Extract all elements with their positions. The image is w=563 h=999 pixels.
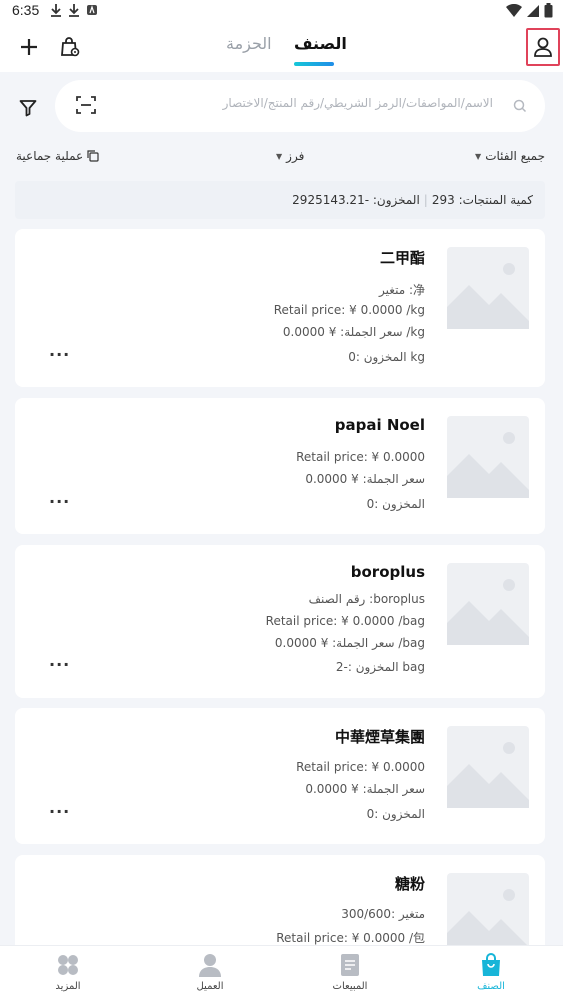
add-button[interactable] (14, 32, 44, 62)
nav-more-label: المزيد (55, 981, 81, 992)
summary-text: كمية المنتجات: 293|المخزون: -2925143.21 (292, 193, 533, 207)
bulk-operation-label: عملية جماعية (16, 149, 84, 163)
product-name: 中華煙草集團 (334, 728, 425, 746)
grid-icon (58, 955, 78, 975)
bulk-operation-button[interactable]: عملية جماعية (16, 149, 99, 163)
active-tab-indicator (294, 62, 334, 66)
product-wholesale-price: سعر الجملة: ¥ 0.0000 /bag (274, 636, 425, 650)
product-stock: المخزون :0 kg (348, 350, 425, 364)
all-categories-dropdown[interactable]: ▼ جميع الفئات (475, 149, 545, 163)
app-badge-icon (87, 5, 97, 15)
search-row: الاسم/المواصفات/الرمز الشريطي/رقم المنتج… (0, 72, 563, 140)
product-code: رقم الصنف :boroplus (308, 592, 425, 606)
download-icon (51, 4, 61, 17)
top-bar: الحزمة الصنف (0, 22, 563, 72)
chevron-down-icon: ▼ (276, 151, 283, 161)
product-name: 二甲酯 (379, 249, 425, 267)
download-icon (69, 4, 79, 17)
status-bar: 6:35 (0, 0, 563, 22)
product-stock: المخزون :0 (366, 497, 425, 511)
product-name: 糖粉 (394, 875, 425, 893)
all-categories-label: جميع الفئات (485, 149, 545, 163)
more-options-button[interactable]: ... (49, 341, 70, 360)
product-wholesale-price: سعر الجملة: ¥ 0.0000 (305, 782, 425, 796)
product-retail-price: Retail price: ¥ 0.0000 (296, 450, 425, 464)
product-wholesale-price: سعر الجملة: ¥ 0.0000 /kg (282, 325, 425, 339)
more-options-button[interactable]: ... (49, 488, 70, 507)
product-card[interactable]: 中華煙草集團 Retail price: ¥ 0.0000 سعر الجملة… (15, 708, 545, 844)
bag-settings-button[interactable] (55, 32, 85, 62)
product-stock: المخزون :0 (366, 807, 425, 821)
status-system-icons (506, 3, 553, 18)
stock-total: المخزون: -2925143.21 (292, 193, 420, 207)
product-retail-price: Retail price: ¥ 0.0000 /包 (276, 931, 425, 945)
user-icon (534, 37, 552, 57)
copy-icon (87, 150, 99, 162)
scan-icon (76, 96, 96, 114)
search-box[interactable]: الاسم/المواصفات/الرمز الشريطي/رقم المنتج… (55, 80, 545, 132)
profile-button[interactable] (526, 28, 560, 66)
product-image-placeholder (447, 563, 529, 645)
product-count: كمية المنتجات: 293 (431, 193, 533, 207)
product-card[interactable]: boroplus رقم الصنف :boroplus Retail pric… (15, 545, 545, 698)
shopping-bag-gear-icon (61, 37, 80, 57)
plus-icon (21, 39, 37, 55)
product-name: boroplus (350, 563, 425, 581)
document-icon (341, 954, 359, 976)
sort-dropdown[interactable]: ▼ فرز (276, 149, 304, 163)
product-image-placeholder (447, 873, 529, 955)
product-name: papai Noel (334, 416, 425, 434)
nav-customer[interactable]: العميل (170, 952, 250, 992)
list-toolbar: عملية جماعية ▼ فرز ▼ جميع الفئات (0, 142, 563, 172)
product-image-placeholder (447, 726, 529, 808)
product-card[interactable]: 二甲酯 متغير :净 Retail price: ¥ 0.0000 /kg … (15, 229, 545, 387)
status-notification-icons (50, 3, 98, 17)
nav-category[interactable]: الصنف (451, 952, 531, 992)
search-input[interactable]: الاسم/المواصفات/الرمز الشريطي/رقم المنتج… (223, 96, 493, 110)
more-options-button[interactable]: ... (49, 798, 70, 817)
product-image-placeholder (447, 247, 529, 329)
product-retail-price: Retail price: ¥ 0.0000 /bag (265, 614, 425, 628)
nav-category-label: الصنف (477, 981, 505, 992)
chevron-down-icon: ▼ (475, 151, 482, 161)
nav-sales[interactable]: المبيعات (310, 952, 390, 992)
scan-button[interactable] (75, 94, 99, 118)
nav-more[interactable]: المزيد (28, 952, 108, 992)
customer-icon (199, 954, 221, 977)
more-options-button[interactable]: ... (49, 651, 70, 670)
battery-icon (544, 3, 553, 18)
product-image-placeholder (447, 416, 529, 498)
product-wholesale-price: سعر الجملة: ¥ 0.0000 (305, 472, 425, 486)
tab-category[interactable]: الصنف (294, 34, 347, 53)
nav-customer-label: العميل (196, 981, 224, 992)
nav-sales-label: المبيعات (332, 981, 368, 992)
product-stock: المخزون :-2 bag (335, 660, 425, 674)
bottom-navigation: المزيد العميل المبيعات الصنف (0, 945, 563, 999)
product-spec: متغير :300/600 (341, 907, 425, 921)
filter-icon (19, 100, 37, 117)
signal-icon (527, 4, 539, 17)
inventory-summary: كمية المنتجات: 293|المخزون: -2925143.21 (15, 181, 545, 219)
tab-bundle[interactable]: الحزمة (226, 34, 272, 53)
product-retail-price: Retail price: ¥ 0.0000 /kg (273, 303, 425, 317)
product-card[interactable]: papai Noel Retail price: ¥ 0.0000 سعر ال… (15, 398, 545, 534)
product-spec: متغير :净 (379, 283, 425, 297)
search-icon (513, 98, 529, 114)
shopping-bag-icon (482, 953, 500, 976)
filter-button[interactable] (14, 94, 42, 122)
wifi-icon (506, 3, 522, 17)
sort-label: فرز (286, 149, 305, 163)
product-retail-price: Retail price: ¥ 0.0000 (296, 760, 425, 774)
status-time: 6:35 (12, 2, 40, 18)
